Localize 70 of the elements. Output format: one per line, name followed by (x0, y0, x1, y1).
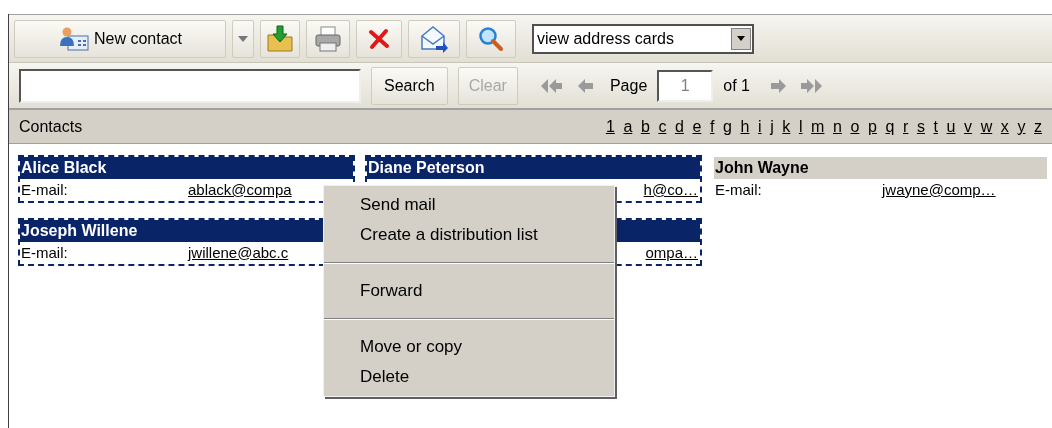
contact-card[interactable]: John Wayne E-mail: jwayne@comp… (712, 155, 1049, 203)
letter-link[interactable]: x (1000, 114, 1009, 139)
email-link[interactable]: h@co… (643, 178, 700, 202)
email-link[interactable]: jwayne@comp… (882, 178, 998, 202)
letter-link[interactable]: s (916, 114, 925, 139)
letter-link[interactable]: p (868, 114, 877, 139)
letter-link[interactable]: o (850, 114, 860, 139)
letter-link[interactable]: a (623, 114, 633, 139)
email-label: E-mail: (714, 179, 763, 200)
printer-icon (314, 25, 342, 52)
letter-link[interactable]: r (903, 114, 909, 139)
letter-link[interactable]: u (946, 114, 956, 139)
arrow-icon (770, 78, 786, 93)
menu-item[interactable]: Delete (324, 362, 614, 392)
email-link[interactable]: ablack@compa (188, 178, 294, 202)
new-contact-button[interactable]: New contact (14, 19, 226, 58)
menu-item[interactable]: Forward (324, 276, 614, 306)
email-label: E-mail: (20, 242, 69, 263)
email-link[interactable]: ompa… (645, 241, 700, 265)
email-label: E-mail: (20, 179, 69, 200)
letter-link[interactable]: n (833, 114, 842, 139)
letter-link[interactable]: t (933, 114, 938, 139)
letter-link[interactable]: c (658, 114, 667, 139)
letter-link[interactable]: y (1017, 114, 1026, 139)
delete-button[interactable] (356, 19, 402, 58)
letter-link[interactable]: l (798, 114, 803, 139)
menu-item[interactable]: Move or copy (324, 332, 614, 362)
print-button[interactable] (306, 19, 350, 58)
page-label: Page (609, 75, 648, 96)
letter-link[interactable]: z (1034, 114, 1042, 139)
letter-link[interactable]: g (723, 114, 732, 139)
letter-link[interactable]: k (782, 114, 791, 139)
contact-card[interactable]: Alice Black E-mail: ablack@compa (18, 155, 355, 203)
arrow-icon (577, 78, 594, 93)
envelope-arrow-icon (419, 24, 449, 53)
letter-link[interactable]: m (811, 114, 825, 139)
contact-name: Diane Peterson (367, 157, 700, 179)
import-button[interactable] (260, 19, 300, 58)
search-icon (478, 25, 504, 52)
contact-name: Alice Black (20, 157, 353, 179)
double-arrow-icon (800, 78, 824, 93)
page-total: of 1 (723, 75, 750, 96)
double-arrow-icon (539, 78, 564, 93)
caret-icon (238, 35, 248, 42)
letter-link[interactable]: i (758, 114, 762, 139)
contacts-title: Contacts (19, 116, 83, 137)
letter-link[interactable]: f (709, 114, 715, 139)
letter-link[interactable]: v (964, 114, 973, 139)
letter-link[interactable]: q (885, 114, 895, 139)
letter-link[interactable]: 1 (605, 114, 615, 139)
search-button[interactable] (466, 19, 516, 58)
next-page-button[interactable] (768, 78, 788, 93)
close-icon (368, 27, 390, 50)
contact-card-icon (57, 25, 90, 52)
letter-link[interactable]: j (770, 114, 774, 139)
page-field[interactable]: 1 (657, 69, 714, 102)
dropdown-button[interactable] (232, 19, 254, 58)
folder-arrow-icon (266, 24, 294, 53)
caret-icon (737, 36, 745, 41)
search-field[interactable] (19, 68, 361, 103)
search-button[interactable]: Search (371, 66, 448, 105)
forward-button[interactable] (408, 19, 460, 58)
contact-name: John Wayne (714, 157, 1047, 179)
email-link[interactable]: jwillene@abc.c (188, 241, 291, 265)
letter-link[interactable]: e (692, 114, 702, 139)
letter-link[interactable]: h (740, 114, 750, 139)
view-select[interactable]: view address cards (532, 23, 754, 54)
letter-link[interactable]: b (640, 114, 650, 139)
letter-link[interactable]: w (980, 114, 993, 139)
letter-link[interactable]: d (674, 114, 684, 139)
